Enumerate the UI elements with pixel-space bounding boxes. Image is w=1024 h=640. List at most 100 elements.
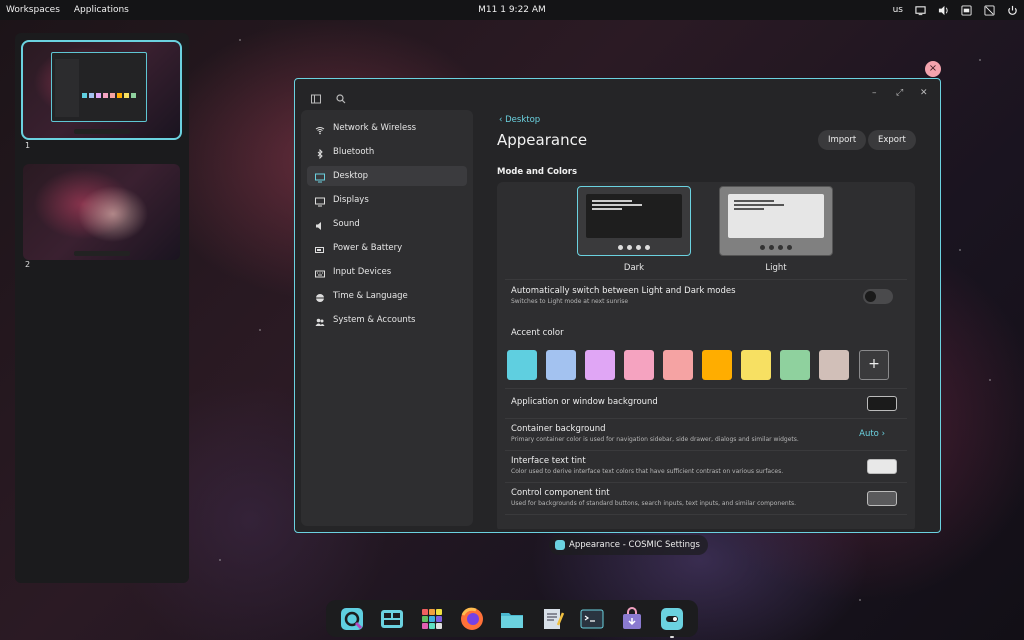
accent-color-title: Accent color [511, 328, 564, 338]
sidebar-item-label: Power & Battery [333, 243, 403, 253]
light-mode-label: Light [765, 263, 787, 273]
app-background-row: Application or window background [505, 388, 907, 418]
accent-swatch[interactable] [663, 350, 693, 380]
mode-colors-card: Dark Light Automatically switch between … [497, 182, 915, 529]
sidebar-item-network[interactable]: Network & Wireless [307, 118, 467, 138]
mini-window [51, 52, 147, 122]
applications-button[interactable]: Applications [74, 5, 129, 15]
wifi-icon [315, 123, 325, 135]
window-title-pill[interactable]: Appearance - COSMIC Settings [549, 535, 708, 555]
text-editor-icon[interactable] [538, 605, 566, 633]
network-icon[interactable] [961, 4, 972, 16]
search-icon[interactable] [336, 89, 346, 104]
notifications-off-icon[interactable] [984, 4, 995, 16]
container-background-auto[interactable]: Auto › [859, 429, 885, 439]
minimize-button[interactable]: – [872, 88, 877, 98]
sidebar-item-bluetooth[interactable]: Bluetooth [307, 142, 467, 162]
files-icon[interactable] [498, 605, 526, 633]
dark-mode-label: Dark [623, 263, 645, 273]
sidebar-item-sound[interactable]: Sound [307, 214, 467, 234]
sidebar-item-label: Input Devices [333, 267, 392, 277]
auto-switch-subtitle: Switches to Light mode at next sunrise [511, 298, 629, 305]
workspaces-button[interactable]: Workspaces [6, 5, 60, 15]
speaker-icon [315, 219, 325, 230]
clock[interactable]: M11 1 9:22 AM [478, 5, 546, 15]
volume-icon[interactable] [938, 5, 949, 16]
auto-label: Auto [859, 429, 879, 439]
bluetooth-icon [315, 147, 325, 160]
launcher-icon[interactable] [338, 605, 366, 633]
text-tint-subtitle: Color used to derive interface text colo… [511, 468, 784, 475]
display-icon [315, 195, 325, 207]
sidebar-item-label: Desktop [333, 171, 369, 181]
accent-swatch[interactable] [585, 350, 615, 380]
settings-icon[interactable] [658, 605, 686, 638]
sidebar-item-label: Sound [333, 219, 360, 229]
light-mode-option[interactable] [719, 186, 833, 256]
sidebar-icon[interactable] [311, 89, 321, 104]
settings-content: ‹ Desktop Appearance Import Export Mode … [491, 109, 931, 529]
sidebar-item-displays[interactable]: Displays [307, 190, 467, 210]
next-row [505, 514, 907, 524]
accent-swatch[interactable] [624, 350, 654, 380]
close-button[interactable]: ✕ [920, 88, 928, 98]
accent-swatch[interactable] [741, 350, 771, 380]
sidebar-item-system-accounts[interactable]: System & Accounts [307, 310, 467, 330]
display-icon[interactable] [915, 5, 926, 16]
workspace-thumbnail-2[interactable] [23, 164, 180, 260]
workspace-thumbnail-1[interactable] [21, 40, 182, 140]
settings-sidebar: Network & Wireless Bluetooth Desktop Dis… [301, 110, 473, 526]
text-tint-row: Interface text tint Color used to derive… [505, 450, 907, 482]
maximize-button[interactable]: ⤢ [896, 88, 903, 98]
accent-swatch[interactable] [546, 350, 576, 380]
battery-icon [315, 243, 325, 253]
sidebar-item-time-language[interactable]: Time & Language [307, 286, 467, 306]
users-icon [315, 315, 325, 326]
sidebar-item-label: Displays [333, 195, 369, 205]
workspaces-icon[interactable] [378, 605, 406, 633]
window-title-label: Appearance - COSMIC Settings [569, 540, 700, 550]
export-button[interactable]: Export [868, 130, 916, 150]
desktop-icon [315, 171, 325, 183]
workspace-label-1: 1 [25, 141, 31, 150]
add-accent-color-button[interactable]: + [859, 350, 889, 380]
power-icon[interactable] [1007, 5, 1018, 16]
settings-window: – ⤢ ✕ Network & Wireless Bluetooth Deskt… [294, 78, 941, 533]
running-indicator [670, 635, 674, 638]
accent-swatch[interactable] [702, 350, 732, 380]
back-link[interactable]: ‹ Desktop [499, 115, 540, 125]
auto-switch-row: Automatically switch between Light and D… [505, 279, 907, 312]
text-tint-title: Interface text tint [511, 456, 586, 466]
section-title: Mode and Colors [497, 167, 578, 177]
container-background-subtitle: Primary container color is used for navi… [511, 436, 799, 443]
accent-swatch[interactable] [780, 350, 810, 380]
import-button[interactable]: Import [818, 130, 867, 150]
text-tint-color-button[interactable] [867, 459, 897, 474]
sidebar-item-input-devices[interactable]: Input Devices [307, 262, 467, 282]
sidebar-item-label: System & Accounts [333, 315, 416, 325]
firefox-icon[interactable] [458, 605, 486, 633]
dock [326, 600, 698, 638]
top-panel: Workspaces Applications M11 1 9:22 AM us [0, 0, 1024, 20]
control-tint-row: Control component tint Used for backgrou… [505, 482, 907, 514]
close-window-badge[interactable]: × [925, 61, 941, 77]
app-library-icon[interactable] [418, 605, 446, 633]
sidebar-item-label: Bluetooth [333, 147, 375, 157]
keyboard-layout-indicator[interactable]: us [893, 5, 903, 15]
store-icon[interactable] [618, 605, 646, 633]
sidebar-item-label: Network & Wireless [333, 123, 417, 133]
terminal-icon[interactable] [578, 605, 606, 633]
app-background-color-button[interactable] [867, 396, 897, 411]
sidebar-item-power[interactable]: Power & Battery [307, 238, 467, 258]
globe-icon [315, 291, 325, 302]
auto-switch-toggle[interactable] [863, 289, 893, 304]
control-tint-color-button[interactable] [867, 491, 897, 506]
container-background-row: Container background Primary container c… [505, 418, 907, 450]
headerbar: – ⤢ ✕ [295, 79, 940, 109]
accent-swatch[interactable] [819, 350, 849, 380]
sidebar-item-desktop[interactable]: Desktop [307, 166, 467, 186]
dark-mode-option[interactable] [577, 186, 691, 256]
accent-swatch[interactable] [507, 350, 537, 380]
control-tint-subtitle: Used for backgrounds of standard buttons… [511, 500, 797, 507]
workspace-label-2: 2 [25, 260, 31, 269]
